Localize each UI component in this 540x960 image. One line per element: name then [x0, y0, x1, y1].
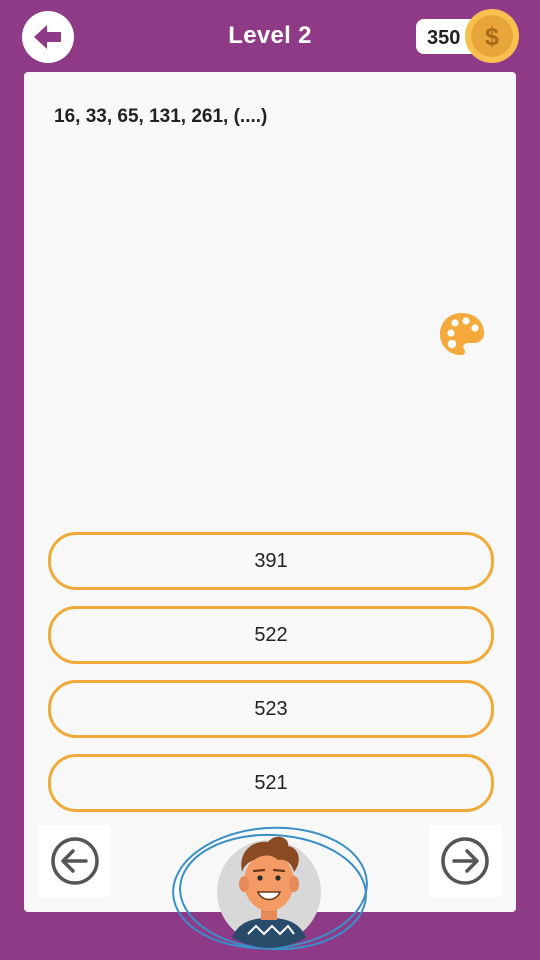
- hint-avatar-button[interactable]: [168, 822, 376, 960]
- next-question-button[interactable]: [429, 825, 501, 897]
- palette-icon[interactable]: [438, 310, 486, 358]
- arrow-right-circle-icon: [441, 837, 489, 885]
- arrow-left-circle-icon: [51, 837, 99, 885]
- answer-option-1[interactable]: 391: [48, 532, 494, 590]
- answer-option-2[interactable]: 522: [48, 606, 494, 664]
- answer-option-3[interactable]: 523: [48, 680, 494, 738]
- answer-option-4[interactable]: 521: [48, 754, 494, 812]
- question-text: 16, 33, 65, 131, 261, (....): [54, 106, 268, 127]
- dollar-coin-icon[interactable]: $: [464, 8, 520, 64]
- svg-text:$: $: [485, 23, 499, 51]
- previous-question-button[interactable]: [39, 825, 111, 897]
- coins-value: 350: [427, 27, 461, 49]
